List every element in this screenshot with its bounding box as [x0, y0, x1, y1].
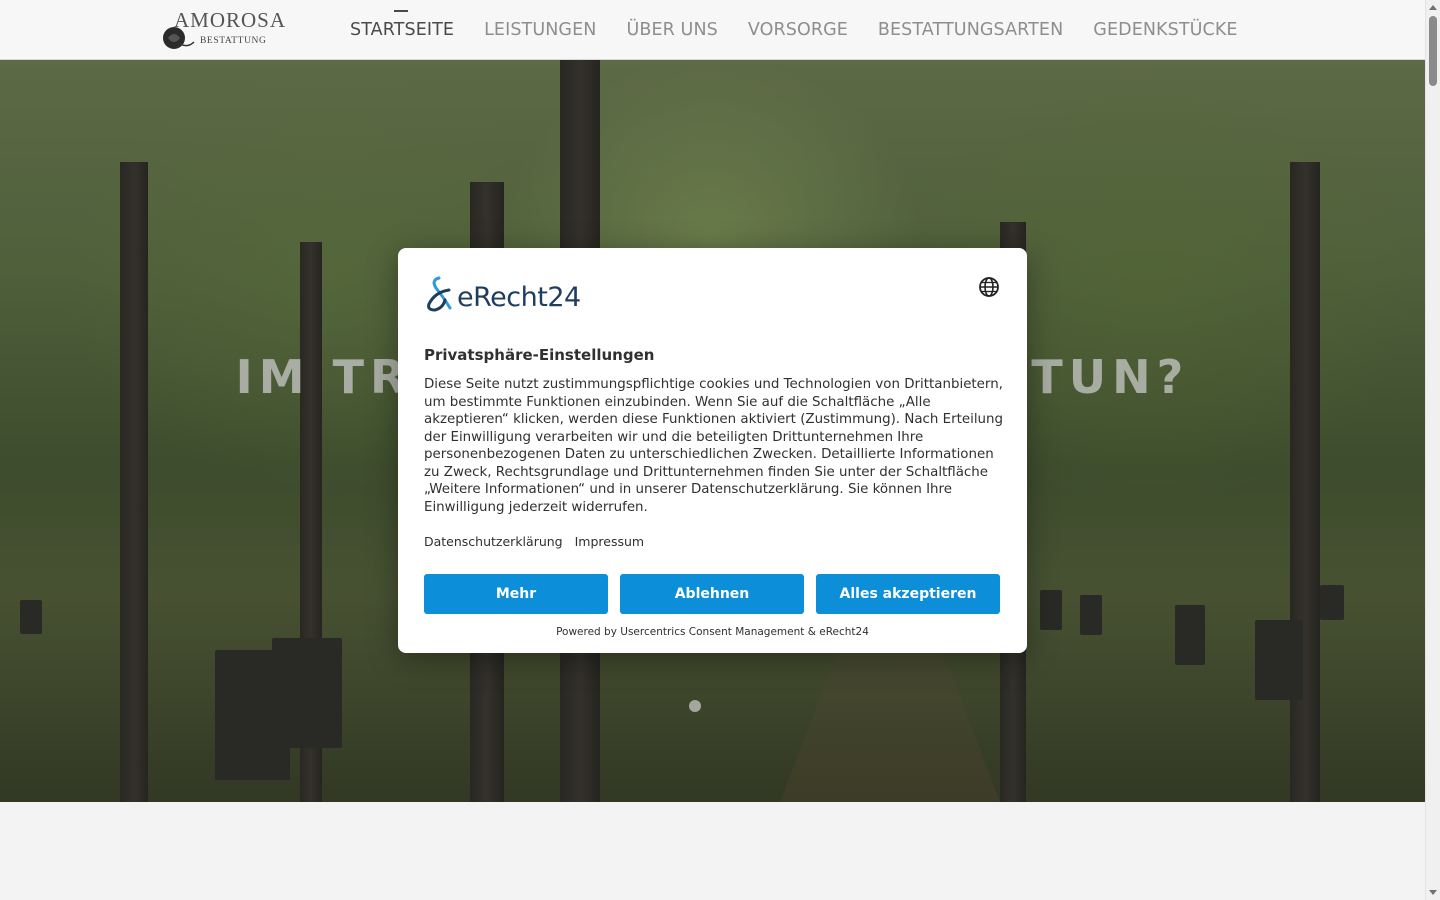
powered-by: Powered by Usercentrics Consent Manageme…	[556, 626, 869, 638]
consent-title: Privatsphäre-Einstellungen	[424, 346, 655, 364]
accept-all-button[interactable]: Alles akzeptieren	[816, 574, 1000, 614]
consent-links: Datenschutzerklärung Impressum	[424, 534, 644, 549]
erecht24-logo: eRecht24	[423, 274, 593, 314]
erecht24-mark-icon	[427, 276, 452, 312]
language-button[interactable]	[978, 276, 1000, 298]
scrollbar[interactable]	[1425, 0, 1440, 900]
erecht24-brand: eRecht24	[457, 282, 581, 313]
imprint-link[interactable]: Impressum	[575, 534, 644, 549]
globe-icon	[979, 277, 999, 297]
scroll-down-arrow-icon[interactable]	[1429, 890, 1437, 895]
decline-button[interactable]: Ablehnen	[620, 574, 804, 614]
consent-text: Diese Seite nutzt zustimmungspflichtige …	[424, 377, 1004, 515]
privacy-link[interactable]: Datenschutzerklärung	[424, 534, 563, 549]
consent-dialog: eRecht24 Privatsphäre-Einstellungen Dies…	[398, 248, 1027, 653]
scroll-thumb[interactable]	[1429, 16, 1437, 86]
more-button[interactable]: Mehr	[424, 574, 608, 614]
consent-overlay: eRecht24 Privatsphäre-Einstellungen Dies…	[0, 0, 1425, 900]
consent-buttons: Mehr Ablehnen Alles akzeptieren	[424, 574, 1000, 614]
scroll-up-arrow-icon[interactable]	[1429, 5, 1437, 10]
